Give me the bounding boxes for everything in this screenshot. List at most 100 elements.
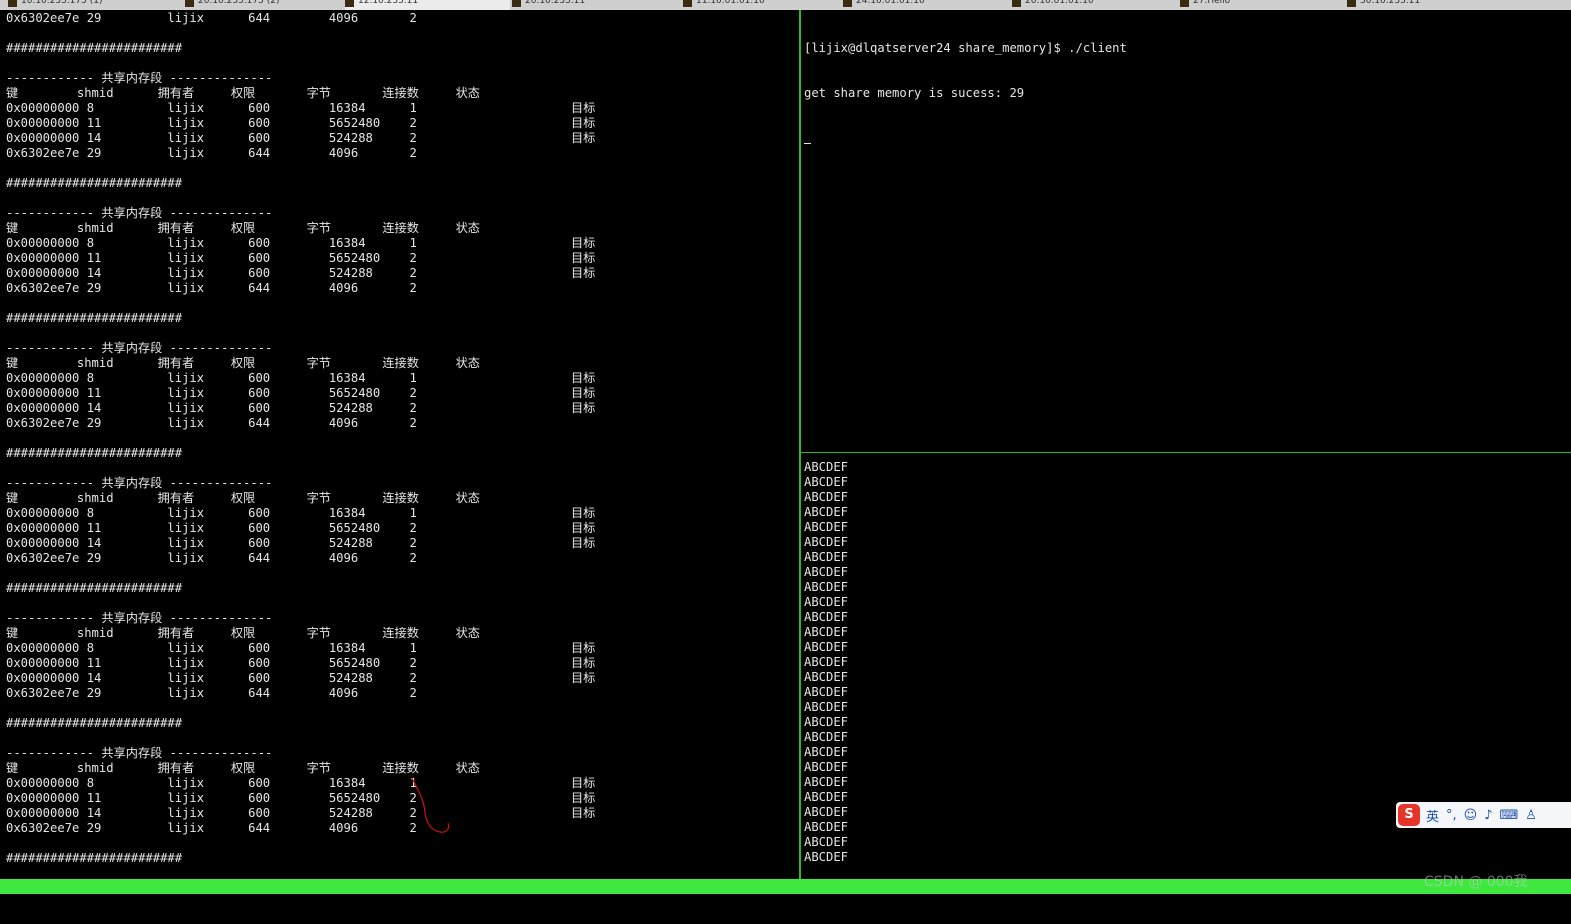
terminal-output-line: ######################## [6, 446, 183, 460]
terminal-output-line: 键 shmid 拥有者 权限 字节 连接数 状态 [6, 626, 480, 640]
terminal-tab[interactable]: 12.10.235.11 [345, 0, 510, 10]
terminal-output-line: ######################## [6, 176, 183, 190]
terminal-output-line: 0x00000000 14 lijix 600 524288 2 目标 [6, 536, 596, 550]
terminal-output-line: ------------ 共享内存段 -------------- [6, 476, 273, 490]
terminal-output-line: ABCDEF [804, 775, 849, 789]
terminal-output-line: ######################## [6, 581, 183, 595]
terminal-output-line: ABCDEF [804, 520, 849, 534]
pane-divider-horizontal[interactable] [801, 452, 1571, 453]
terminal-tab-label: 30.10.235.11 [1360, 0, 1421, 6]
terminal-output-line: 0x00000000 11 lijix 600 5652480 2 目标 [6, 521, 596, 535]
terminal-output-line: 0x00000000 8 lijix 600 16384 1 目标 [6, 641, 596, 655]
terminal-output-line: 0x6302ee7e 29 lijix 644 4096 2 [6, 11, 417, 25]
terminal-output-line: ######################## [6, 41, 183, 55]
punctuation-icon[interactable]: °, [1446, 808, 1457, 823]
ime-mode-label[interactable]: 英 [1426, 806, 1439, 825]
microphone-icon[interactable]: ♪ [1484, 808, 1492, 823]
terminal-output-line: 0x00000000 8 lijix 600 16384 1 目标 [6, 236, 596, 250]
terminal-tab[interactable]: 20.10.01.01.10 [1012, 0, 1177, 10]
client-output-line: get share memory is sucess: 29 [804, 86, 1025, 100]
terminal-output-line: ABCDEF [804, 655, 849, 669]
terminal-cursor [804, 131, 811, 144]
terminal-tab-bar: 10.10.235.175 (1) 20.10.235.175 (2) 12.10.… [0, 0, 1571, 10]
terminal-output-line: 键 shmid 拥有者 权限 字节 连接数 状态 [6, 491, 480, 505]
terminal-tab[interactable]: 27.Hello [1180, 0, 1345, 10]
terminal-tab-label: 20.10.235.11 [525, 0, 586, 6]
terminal-tab[interactable]: 20.10.235.175 (2) [185, 0, 350, 10]
terminal-output-line: 键 shmid 拥有者 权限 字节 连接数 状态 [6, 86, 480, 100]
terminal-output-line: ABCDEF [804, 535, 849, 549]
terminal-output-line: ABCDEF [804, 565, 849, 579]
terminal-output-line: 0x00000000 14 lijix 600 524288 2 目标 [6, 806, 596, 820]
terminal-output-line: ABCDEF [804, 760, 849, 774]
terminal-output-line: ABCDEF [804, 610, 849, 624]
user-icon[interactable]: ♙ [1525, 808, 1537, 823]
terminal-output-line: 0x00000000 8 lijix 600 16384 1 目标 [6, 776, 596, 790]
terminal-output-line: 0x00000000 11 lijix 600 5652480 2 目标 [6, 116, 596, 130]
terminal-tab-label: 24.10.01.01.10 [856, 0, 925, 6]
terminal-output-line: 0x6302ee7e 29 lijix 644 4096 2 [6, 281, 417, 295]
terminal-output-line: 0x00000000 14 lijix 600 524288 2 目标 [6, 401, 596, 415]
terminal-tab-icon [1347, 0, 1356, 7]
terminal-output-line: ABCDEF [804, 490, 849, 504]
left-terminal-pane[interactable]: 0x6302ee7e 29 lijix 644 4096 2 ##########… [6, 11, 798, 879]
terminal-output-line: ABCDEF [804, 595, 849, 609]
terminal-output-line: ABCDEF [804, 670, 849, 684]
terminal-tab[interactable]: 24.10.01.01.10 [843, 0, 1008, 10]
terminal-output-line: 0x00000000 11 lijix 600 5652480 2 目标 [6, 656, 596, 670]
pane-divider-vertical[interactable] [799, 10, 801, 880]
terminal-tab[interactable]: 10.10.235.175 (1) [8, 0, 173, 10]
terminal-output-line: 0x00000000 8 lijix 600 16384 1 目标 [6, 371, 596, 385]
sogou-logo-icon[interactable]: S [1398, 804, 1420, 826]
terminal-output-line: 0x00000000 11 lijix 600 5652480 2 目标 [6, 251, 596, 265]
ime-toolbar[interactable]: S 英 °, ☺ ♪ ⌨ ♙ [1396, 802, 1571, 828]
terminal-output-line: 键 shmid 拥有者 权限 字节 连接数 状态 [6, 221, 480, 235]
terminal-tab[interactable]: 11.10.01.01.10 [683, 0, 848, 10]
top-right-terminal-pane[interactable]: [lijix@dlqatserver24 share_memory]$ ./cl… [804, 11, 1564, 451]
emoji-icon[interactable]: ☺ [1464, 808, 1478, 823]
terminal-output-line: ######################## [6, 716, 183, 730]
terminal-tab-label: 11.10.01.01.10 [696, 0, 765, 6]
terminal-output-line: ######################## [6, 311, 183, 325]
terminal-tab-icon [843, 0, 852, 7]
terminal-output-line: ABCDEF [804, 625, 849, 639]
terminal-output-line: 0x6302ee7e 29 lijix 644 4096 2 [6, 686, 417, 700]
terminal-tab-label: 20.10.01.01.10 [1025, 0, 1094, 6]
terminal-output-line: 0x00000000 11 lijix 600 5652480 2 目标 [6, 386, 596, 400]
terminal-output-line: 0x6302ee7e 29 lijix 644 4096 2 [6, 416, 417, 430]
terminal-output-line: 0x6302ee7e 29 lijix 644 4096 2 [6, 146, 417, 160]
terminal-output-line: ######################## [6, 851, 183, 865]
terminal-output-line: ------------ 共享内存段 -------------- [6, 71, 273, 85]
keyboard-icon[interactable]: ⌨ [1500, 808, 1519, 823]
terminal-tab-icon [683, 0, 692, 7]
terminal-output-line: 0x00000000 8 lijix 600 16384 1 目标 [6, 506, 596, 520]
terminal-tab[interactable]: 30.10.235.11 [1347, 0, 1512, 10]
terminal-output-line: 0x6302ee7e 29 lijix 644 4096 2 [6, 551, 417, 565]
terminal-tab-icon [512, 0, 521, 7]
terminal-output-line: ABCDEF [804, 550, 849, 564]
terminal-tab[interactable]: 20.10.235.11 [512, 0, 677, 10]
terminal-tab-icon [185, 0, 194, 7]
tmux-status-bar: [liji] 0:./client* "dlqatserver24" 04:13… [0, 879, 1571, 924]
terminal-output-line: 0x00000000 11 lijix 600 5652480 2 目标 [6, 791, 596, 805]
shell-prompt-line: [lijix@dlqatserver24 share_memory]$ ./cl… [804, 41, 1127, 55]
terminal-output-line: ABCDEF [804, 580, 849, 594]
terminal-output-line: ------------ 共享内存段 -------------- [6, 611, 273, 625]
terminal-output-line: ABCDEF [804, 835, 849, 849]
csdn-watermark: CSDN @ 000我 [1424, 874, 1528, 890]
terminal-tab-label: 12.10.235.11 [358, 0, 419, 6]
terminal-tab-label: 10.10.235.175 (1) [21, 0, 103, 6]
status-session-window: [liji] 0:./client* [6, 894, 142, 909]
